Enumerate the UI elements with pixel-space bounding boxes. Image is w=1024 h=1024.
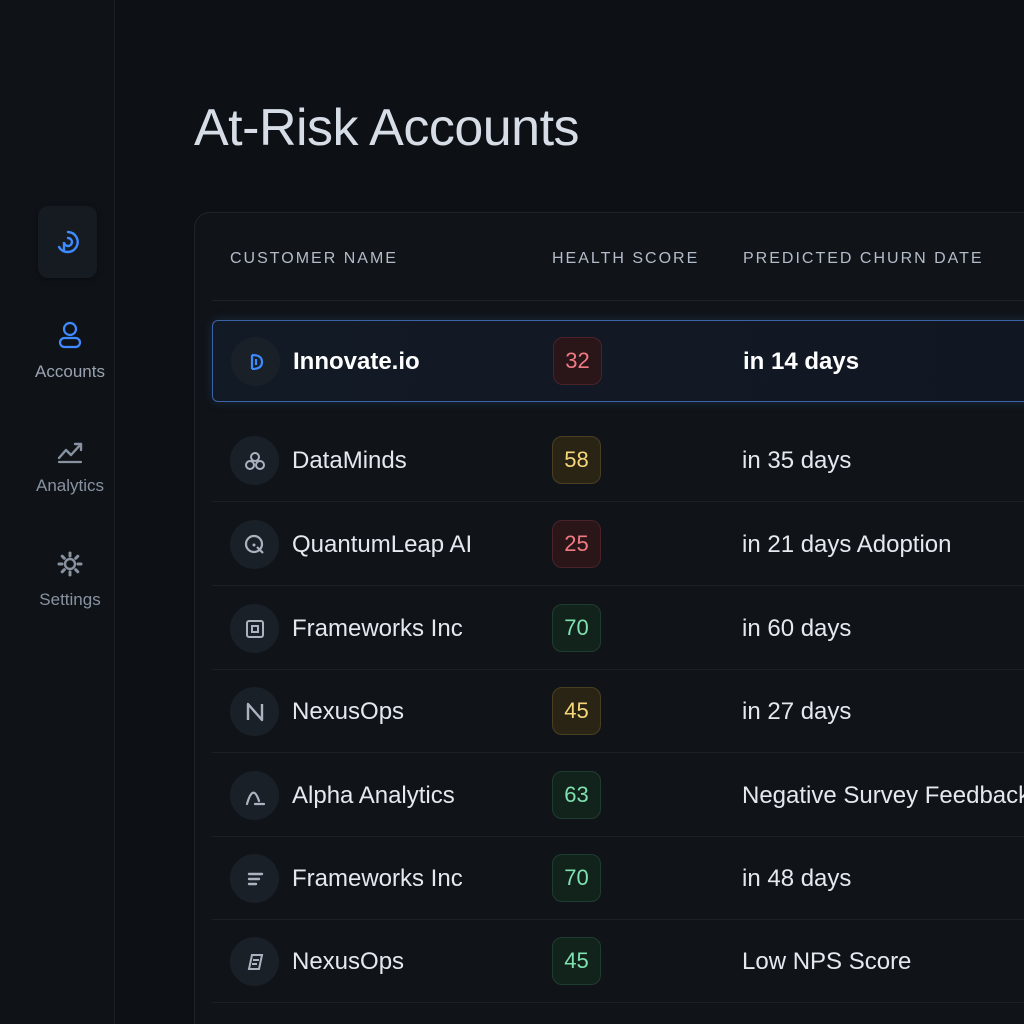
customer-name[interactable]: DataMinds [292, 447, 407, 475]
health-score-value: 45 [564, 698, 589, 723]
predicted-churn-date: Negative Survey Feedback [742, 782, 1024, 809]
predicted-churn-date: in 60 days [742, 615, 852, 642]
health-score-badge: 45 [552, 687, 601, 735]
customer-name[interactable]: NexusOps [292, 948, 404, 976]
page-title: At-Risk Accounts [194, 99, 580, 157]
nexusops-logo-icon [230, 687, 279, 736]
table-row[interactable]: Frameworks Inc 70 in 48 days [212, 838, 1024, 920]
alpha-analytics-logo-icon [230, 771, 279, 820]
health-score-value: 63 [564, 782, 589, 807]
table-row[interactable]: Innovate.io 32 in 14 days [212, 320, 1024, 402]
table-row[interactable]: Frameworks Inc 70 in 60 days [212, 588, 1024, 670]
sidebar-item-label: Accounts [35, 362, 105, 381]
table-header: CUSTOMER NAME HEALTH SCORE PREDICTED CHU… [230, 250, 1024, 274]
header-divider [212, 300, 1024, 301]
frameworks-alt-logo-icon [230, 854, 279, 903]
predicted-churn-date: in 14 days [743, 348, 860, 375]
predicted-churn-date: in 48 days [742, 865, 852, 892]
customer-name[interactable]: NexusOps [292, 698, 404, 726]
health-score-badge: 63 [552, 771, 601, 819]
column-header-customer-name[interactable]: CUSTOMER NAME [230, 250, 398, 268]
health-score-value: 25 [564, 531, 589, 556]
user-icon [58, 321, 82, 349]
sidebar-item-label: Settings [39, 590, 101, 609]
customer-name[interactable]: Innovate.io [293, 348, 420, 376]
frameworks-logo-icon [230, 604, 279, 653]
nexusops-alt-logo-icon [230, 937, 279, 986]
sidebar-item-label: Analytics [35, 476, 105, 495]
health-score-badge: 70 [552, 604, 601, 652]
quantumleap-logo-icon [230, 520, 279, 569]
datamindslogo-icon [230, 436, 279, 485]
customer-name[interactable]: Alpha Analytics [292, 782, 455, 810]
predicted-churn-date: Low NPS Score [742, 948, 912, 975]
predicted-churn-date: in 27 days [742, 698, 852, 725]
predicted-churn-date: in 21 days Adoption [742, 531, 952, 558]
sidebar-item-settings[interactable]: Settings [0, 550, 140, 610]
brand-logo-button[interactable] [38, 206, 97, 278]
health-score-badge: 25 [552, 520, 601, 568]
brand-logo-icon [57, 230, 79, 254]
table-row[interactable]: QuantumLeap AI 25 in 21 days Adoption [212, 504, 1024, 586]
health-score-value: 70 [564, 615, 589, 640]
table-row[interactable]: Alpha Analytics 63 Negative Survey Feedbac… [212, 755, 1024, 837]
column-header-churn-date[interactable]: PREDICTED CHURN DATE [743, 250, 984, 268]
customer-name[interactable]: Frameworks Inc [292, 615, 463, 643]
column-header-health-score[interactable]: HEALTH SCORE [552, 250, 699, 268]
trend-chart-icon [57, 442, 83, 464]
customer-name[interactable]: Frameworks Inc [292, 865, 463, 893]
health-score-value: 70 [564, 865, 589, 890]
customer-name[interactable]: QuantumLeap AI [292, 531, 472, 559]
gear-icon [57, 551, 83, 577]
sidebar: Accounts Analytics Settings [0, 0, 115, 1024]
sidebar-item-analytics[interactable]: Analytics [0, 438, 140, 496]
health-score-badge: 32 [553, 337, 602, 385]
table-row[interactable]: NexusOps 45 in 27 days [212, 671, 1024, 753]
predicted-churn-date: in 35 days [742, 447, 852, 474]
health-score-value: 58 [564, 447, 589, 472]
table-row[interactable]: DataMinds 58 in 35 days [212, 420, 1024, 502]
health-score-value: 32 [565, 348, 590, 373]
health-score-value: 45 [564, 948, 589, 973]
health-score-badge: 70 [552, 854, 601, 902]
table-row[interactable]: NexusOps 45 Low NPS Score [212, 921, 1024, 1003]
health-score-badge: 45 [552, 937, 601, 985]
innovate-logo-icon [231, 337, 280, 386]
sidebar-item-accounts[interactable]: Accounts [0, 320, 140, 382]
health-score-badge: 58 [552, 436, 601, 484]
